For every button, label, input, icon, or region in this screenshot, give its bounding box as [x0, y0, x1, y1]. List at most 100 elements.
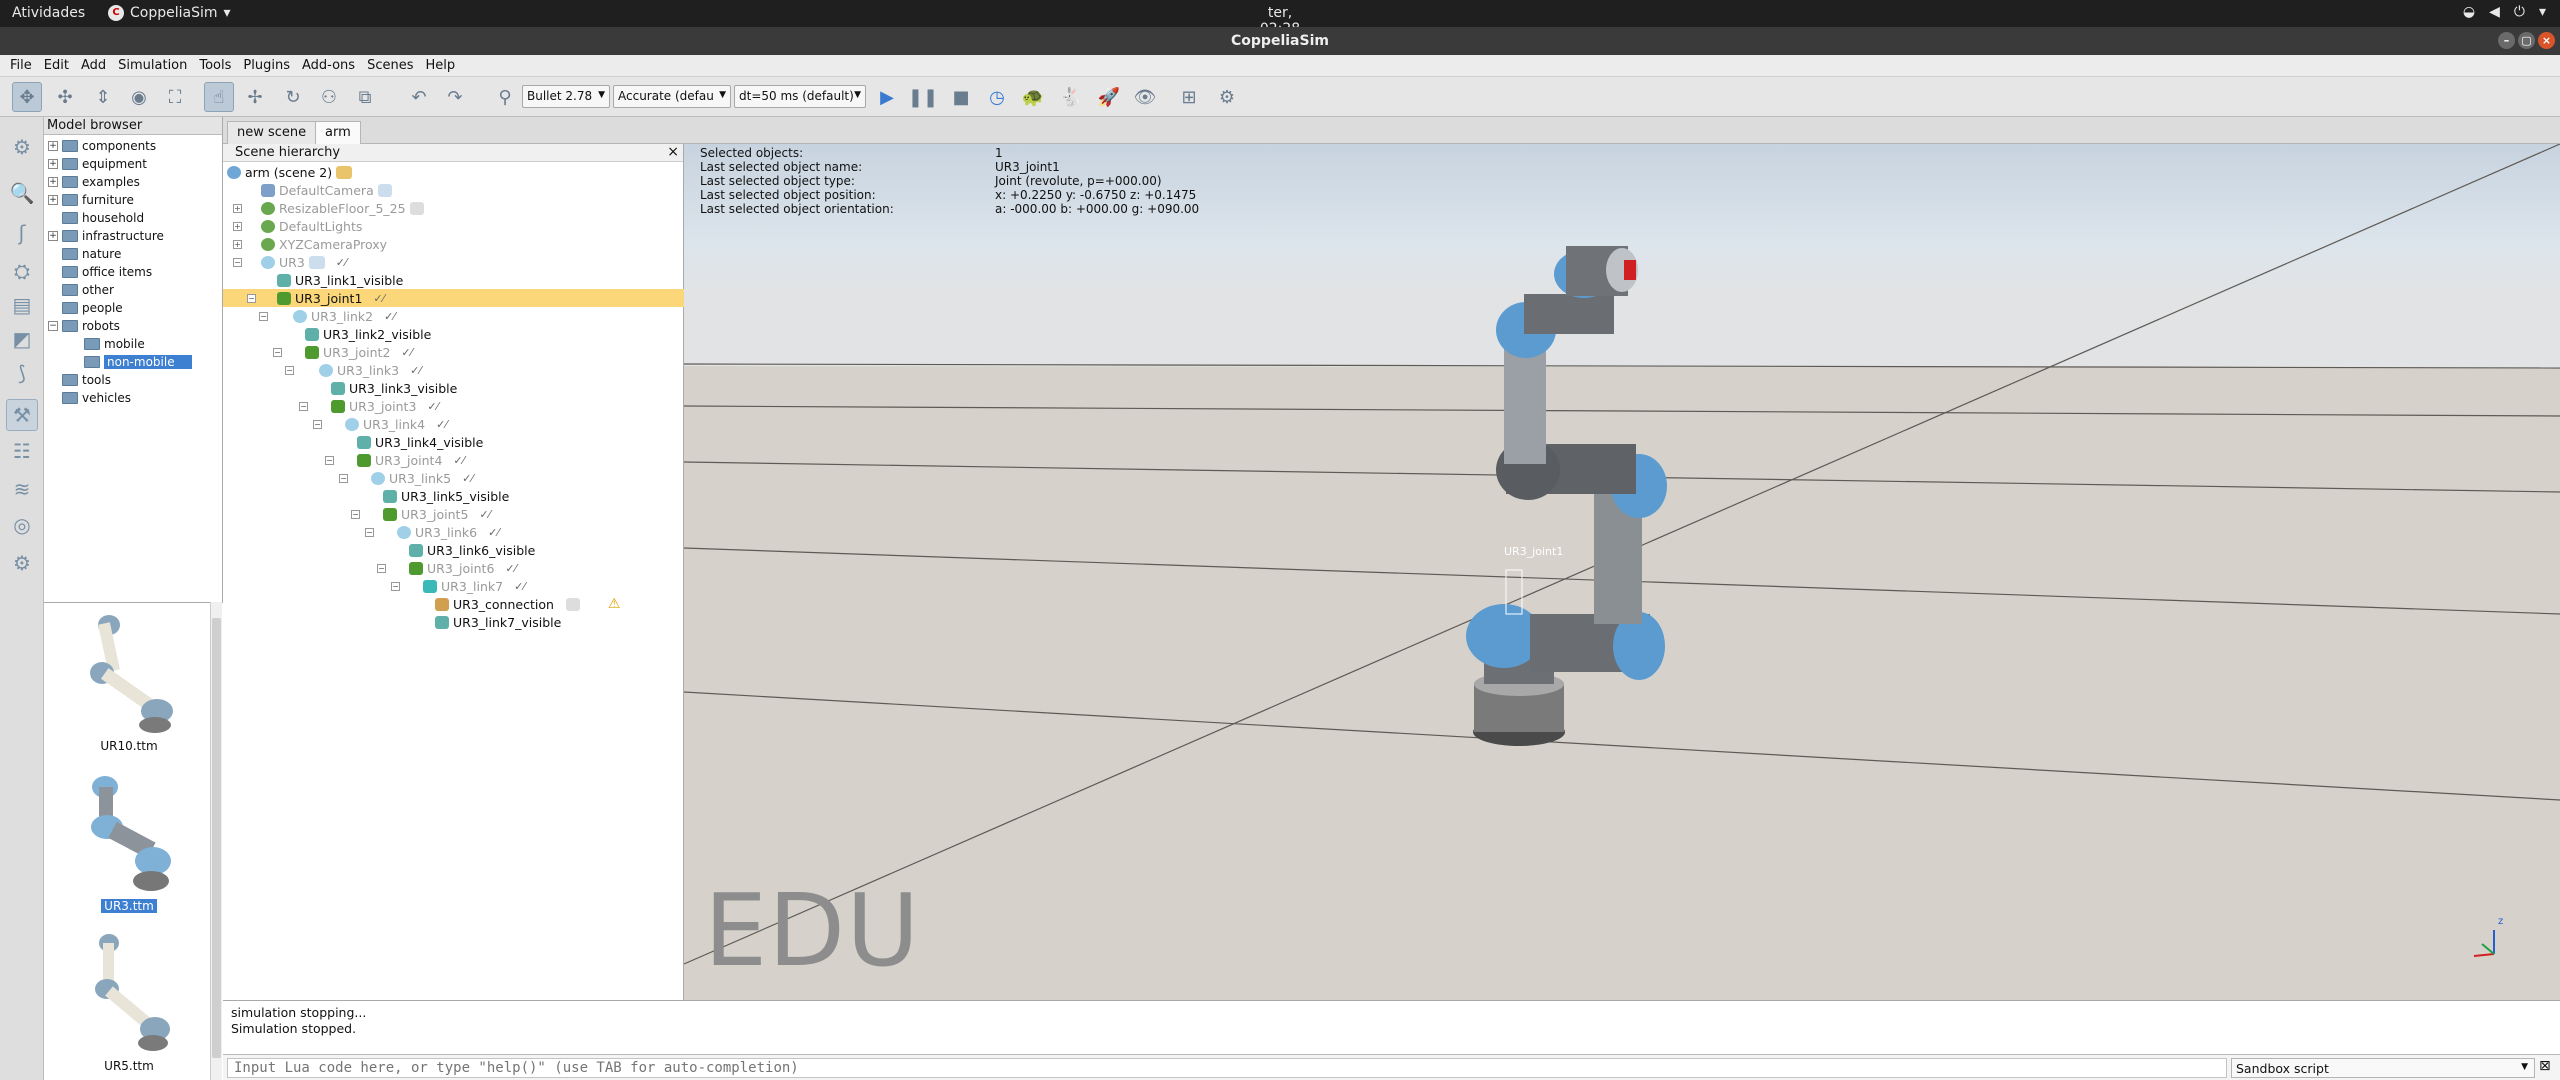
undo-icon[interactable]: ↶	[404, 82, 434, 112]
model-thumbs-scrollbar[interactable]	[210, 602, 222, 1080]
folder-item[interactable]: + components	[48, 137, 156, 155]
dynamics-icon[interactable]: ⚲	[490, 82, 520, 112]
folder-item[interactable]: + equipment	[48, 155, 147, 173]
collapse-icon[interactable]: −	[365, 527, 374, 537]
expand-icon[interactable]: +	[233, 221, 242, 231]
stop-icon[interactable]: ■	[946, 82, 976, 112]
expand-icon[interactable]: +	[48, 195, 58, 205]
redo-icon[interactable]: ↷	[440, 82, 470, 112]
collapse-icon[interactable]: −	[233, 257, 242, 267]
hierarchy-item[interactable]: − UR3_link2 ✓⁄	[223, 307, 684, 325]
layers-stack-icon[interactable]: ≋	[6, 473, 38, 505]
scrollbar-thumb[interactable]	[212, 618, 221, 1058]
hierarchy-item[interactable]: − UR3_joint3 ✓⁄	[223, 397, 684, 415]
object-rotate-icon[interactable]: ↻	[278, 82, 308, 112]
camera-pan-icon[interactable]: ✥	[12, 82, 42, 112]
folder-item[interactable]: nature	[62, 245, 121, 263]
folder-item[interactable]: vehicles	[62, 389, 131, 407]
collapse-icon[interactable]: −	[285, 365, 294, 375]
search-icon[interactable]: 🔍	[6, 177, 38, 209]
close-window-button[interactable]: ×	[2538, 32, 2555, 49]
scene-viewport[interactable]: UR3_joint1 z EDU Selected objects: 1 Last…	[684, 144, 2560, 1000]
object-shift-icon[interactable]: ✢	[240, 82, 270, 112]
folder-item[interactable]: people	[62, 299, 123, 317]
path-edit-icon[interactable]: ⟆	[6, 357, 38, 389]
menu-file[interactable]: File	[4, 55, 38, 76]
hierarchy-item[interactable]: UR3_link2_visible	[223, 325, 684, 343]
hierarchy-item-scene[interactable]: arm (scene 2)	[223, 163, 684, 181]
collapse-icon[interactable]: −	[273, 347, 282, 357]
folder-item[interactable]: + infrastructure	[48, 227, 164, 245]
folder-item[interactable]: mobile	[84, 335, 145, 353]
scripts-icon[interactable]: ▤	[6, 289, 38, 321]
close-icon[interactable]: ×	[667, 144, 679, 160]
folder-item[interactable]: − robots	[48, 317, 120, 335]
menu-help[interactable]: Help	[419, 55, 461, 76]
visualization-toggle-icon[interactable]: 👁	[1130, 82, 1160, 112]
slower-icon[interactable]: 🐢	[1018, 82, 1048, 112]
hierarchy-item[interactable]: UR3_link4_visible	[223, 433, 684, 451]
lua-command-input[interactable]	[227, 1058, 2227, 1078]
tab-arm[interactable]: arm	[315, 121, 361, 144]
menu-add[interactable]: Add	[75, 55, 112, 76]
collapse-icon[interactable]: −	[247, 293, 256, 303]
shape-edit-icon[interactable]: ◩	[6, 323, 38, 355]
video-recorder-icon[interactable]: ◎	[6, 509, 38, 541]
system-tray[interactable]: ◒ ◀ ⏻ ▾	[2463, 4, 2546, 20]
collapse-icon[interactable]: −	[377, 563, 386, 573]
expand-icon[interactable]: +	[48, 141, 58, 151]
expand-icon[interactable]: +	[233, 203, 242, 213]
hierarchy-item[interactable]: UR3_link5_visible	[223, 487, 684, 505]
expand-icon[interactable]: +	[48, 231, 58, 241]
hierarchy-item[interactable]: − UR3_joint2 ✓⁄	[223, 343, 684, 361]
menu-plugins[interactable]: Plugins	[237, 55, 296, 76]
folder-item-selected[interactable]: non-mobile	[84, 353, 192, 371]
scene-3d-view[interactable]	[684, 144, 2560, 1000]
timestep-select[interactable]: dt=50 ms (default) ▼	[734, 85, 866, 108]
app-menu[interactable]: C CoppeliaSim ▾	[108, 5, 231, 21]
hierarchy-item[interactable]: − UR3_link7 ✓⁄	[223, 577, 684, 595]
folder-item[interactable]: office items	[62, 263, 152, 281]
menu-tools[interactable]: Tools	[193, 55, 237, 76]
folder-item[interactable]: + examples	[48, 173, 140, 191]
hierarchy-item-selected[interactable]: − UR3_joint1 ✓⁄	[223, 289, 684, 307]
collapse-icon[interactable]: −	[325, 455, 334, 465]
collapse-icon[interactable]: −	[339, 473, 348, 483]
model-thumb-ur3[interactable]: UR3.ttm	[54, 769, 204, 913]
folder-item[interactable]: + furniture	[48, 191, 134, 209]
hierarchy-item[interactable]: + DefaultLights	[223, 217, 684, 235]
collapse-icon[interactable]: −	[391, 581, 400, 591]
menu-edit[interactable]: Edit	[38, 55, 75, 76]
camera-angle-icon[interactable]: ◉	[124, 82, 154, 112]
expand-icon[interactable]: +	[48, 177, 58, 187]
menu-addons[interactable]: Add-ons	[296, 55, 361, 76]
close-icon[interactable]: ⊠	[2539, 1058, 2551, 1074]
collapse-icon[interactable]: −	[351, 509, 360, 519]
camera-rotate-icon[interactable]: ✣	[50, 82, 80, 112]
simulation-settings-icon[interactable]: ⚙	[6, 131, 38, 163]
scene-hierarchy-icon[interactable]: ☷	[6, 435, 38, 467]
collapse-icon[interactable]: −	[299, 401, 308, 411]
calculation-modules-icon[interactable]: ʃ	[6, 217, 38, 249]
activities-button[interactable]: Atividades	[12, 5, 85, 21]
warning-icon[interactable]: ⚠	[608, 596, 621, 612]
hierarchy-item[interactable]: UR3_connection ⚠	[223, 595, 684, 613]
hierarchy-item[interactable]: UR3_link7_visible	[223, 613, 684, 631]
scene-hierarchy-toggle-icon[interactable]: ⊞	[1174, 82, 1204, 112]
thread-rendering-icon[interactable]: 🚀	[1094, 82, 1124, 112]
hierarchy-item[interactable]: − UR3_link3 ✓⁄	[223, 361, 684, 379]
menu-scenes[interactable]: Scenes	[361, 55, 419, 76]
hierarchy-item[interactable]: − UR3_joint5 ✓⁄	[223, 505, 684, 523]
model-browser-toggle-icon[interactable]: ⚒	[6, 399, 38, 431]
hierarchy-item[interactable]: DefaultCamera	[223, 181, 684, 199]
play-icon[interactable]: ▶	[872, 82, 902, 112]
hierarchy-item[interactable]: − UR3_link4 ✓⁄	[223, 415, 684, 433]
fit-to-view-icon[interactable]: ⛶	[160, 82, 190, 112]
hierarchy-item[interactable]: + ResizableFloor_5_25	[223, 199, 684, 217]
transfer-dna-icon[interactable]: ⧉	[350, 82, 380, 112]
expand-icon[interactable]: +	[48, 159, 58, 169]
accuracy-select[interactable]: Accurate (defau ▼	[613, 85, 731, 108]
collapse-icon[interactable]: −	[259, 311, 268, 321]
user-settings-icon[interactable]: ⚙	[6, 547, 38, 579]
model-thumb-ur10[interactable]: UR10.ttm	[54, 609, 204, 753]
